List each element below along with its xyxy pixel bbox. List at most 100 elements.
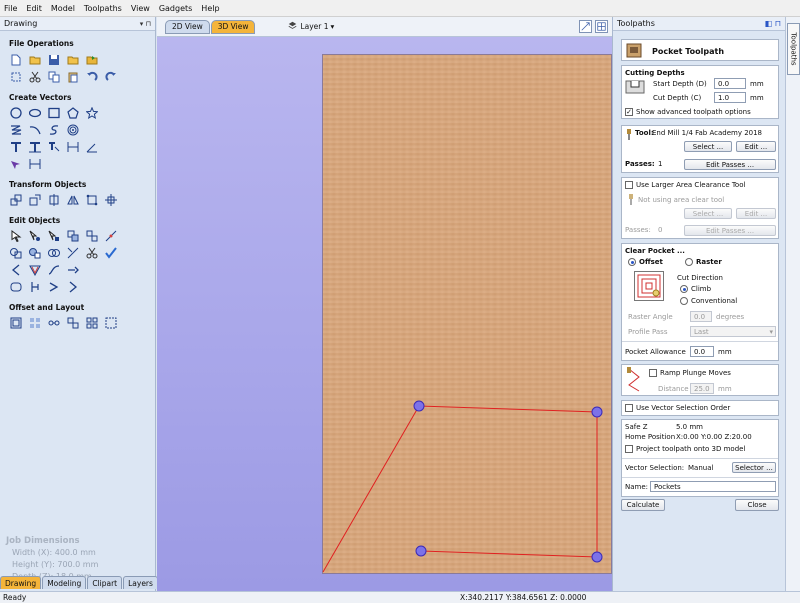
open-folder-icon[interactable] [28,53,41,66]
copy-icon[interactable] [47,70,60,83]
selector-button[interactable]: Selector ... [732,462,776,473]
distance-input[interactable]: 25.0 [690,383,714,394]
menu-view[interactable]: View [131,4,150,13]
draw-polyline-icon[interactable] [9,123,22,136]
export-folder-icon[interactable] [85,53,98,66]
close-vector-icon[interactable] [47,280,60,293]
view-layout-icon[interactable] [595,20,608,33]
rotate-icon[interactable] [47,193,60,206]
interactive-select-icon[interactable] [47,229,60,242]
trace-bitmap-icon[interactable] [9,157,22,170]
zoom-extents-icon[interactable] [579,20,592,33]
vector-order-checkbox[interactable] [625,404,633,412]
menu-edit[interactable]: Edit [26,4,42,13]
tool-select-button[interactable]: Select ... [684,141,732,152]
raster-radio[interactable] [685,258,693,266]
pocket-allowance-input[interactable]: 0.0 [690,346,714,357]
project-toolpath-checkbox[interactable] [625,445,633,453]
tab-2d-view[interactable]: 2D View [165,19,210,34]
draw-rectangle-icon[interactable] [47,106,60,119]
intersect-icon[interactable] [47,246,60,259]
conventional-radio[interactable] [680,297,688,305]
undo-icon[interactable] [85,70,98,83]
edit-passes-button[interactable]: Edit Passes ... [684,159,776,170]
weld-icon[interactable] [9,246,22,259]
draw-spiral-icon[interactable] [66,123,79,136]
fillet-icon[interactable] [9,263,22,276]
align-icon[interactable] [104,193,117,206]
trim-icon[interactable] [66,246,79,259]
menu-file[interactable]: File [4,4,17,13]
smooth-curve-icon[interactable] [47,263,60,276]
scissors-icon[interactable] [85,246,98,259]
copy-along-icon[interactable] [47,316,60,329]
set-size-icon[interactable] [28,193,41,206]
cut-icon[interactable] [28,70,41,83]
draw-curve-icon[interactable] [47,123,60,136]
show-advanced-checkbox[interactable]: ✓ [625,108,633,116]
tab-modeling[interactable]: Modeling [42,576,87,589]
menu-gadgets[interactable]: Gadgets [159,4,192,13]
ramp-plunge-checkbox[interactable] [649,369,657,377]
distort-icon[interactable] [85,193,98,206]
menu-help[interactable]: Help [201,4,219,13]
redo-icon[interactable] [104,70,117,83]
toolpaths-side-tab[interactable]: Toolpaths [787,23,800,75]
draw-star-icon[interactable] [85,106,98,119]
move-icon[interactable] [9,193,22,206]
raster-angle-input[interactable]: 0.0 [690,311,712,322]
nesting-icon[interactable] [28,316,41,329]
angle-dimension-icon[interactable] [85,140,98,153]
draw-polygon-icon[interactable] [66,106,79,119]
join-vectors-icon[interactable] [104,229,117,242]
curve-fit-icon[interactable] [28,263,41,276]
draw-ellipse-icon[interactable] [28,106,41,119]
offset-vector-icon[interactable] [9,280,22,293]
group-icon[interactable] [66,229,79,242]
clearance-edit-button[interactable]: Edit ... [736,208,776,219]
offset-icon[interactable] [9,316,22,329]
new-file-icon[interactable] [9,53,22,66]
clearance-edit-passes-button[interactable]: Edit Passes ... [684,225,776,236]
auto-layout-text-icon[interactable] [47,140,60,153]
import-folder-icon[interactable] [66,53,79,66]
cut-depth-input[interactable]: 1.0 [714,92,746,103]
tab-layers[interactable]: Layers [123,576,158,589]
text-icon[interactable] [9,140,22,153]
tool-edit-button[interactable]: Edit ... [736,141,776,152]
toolpath-name-input[interactable]: Pockets [650,481,776,492]
paste-icon[interactable] [66,70,79,83]
save-icon[interactable] [47,53,60,66]
menu-model[interactable]: Model [51,4,75,13]
ungroup-icon[interactable] [85,229,98,242]
material-board[interactable] [322,54,612,574]
pin-icon[interactable]: ▾ ⊓ [140,20,151,28]
mirror-icon[interactable] [66,193,79,206]
menu-toolpaths[interactable]: Toolpaths [84,4,122,13]
offset-radio[interactable] [628,258,636,266]
block-copy-icon[interactable] [66,316,79,329]
circular-copy-icon[interactable] [104,316,117,329]
tab-3d-view[interactable]: 3D View [210,19,256,34]
tab-clipart[interactable]: Clipart [87,576,123,589]
dogbone-icon[interactable] [28,280,41,293]
validate-icon[interactable] [104,246,117,259]
draw-circle-icon[interactable] [9,106,22,119]
node-edit-icon[interactable] [28,229,41,242]
larger-area-clearance-checkbox[interactable] [625,181,633,189]
text-on-curve-icon[interactable] [28,140,41,153]
dimension-arrow-icon[interactable] [28,157,41,170]
select-icon[interactable] [9,229,22,242]
start-depth-input[interactable]: 0.0 [714,78,746,89]
job-setup-icon[interactable] [9,70,22,83]
profile-pass-select[interactable]: Last ▾ [690,326,776,337]
extend-icon[interactable] [66,263,79,276]
layer-selector[interactable]: Layer 1 ▾ [288,21,334,32]
clearance-select-button[interactable]: Select ... [684,208,732,219]
subtract-icon[interactable] [28,246,41,259]
calculate-button[interactable]: Calculate [621,499,665,511]
climb-radio[interactable] [680,285,688,293]
array-copy-icon[interactable] [85,316,98,329]
draw-arc-icon[interactable] [28,123,41,136]
chevron-right-icon[interactable] [66,280,79,293]
